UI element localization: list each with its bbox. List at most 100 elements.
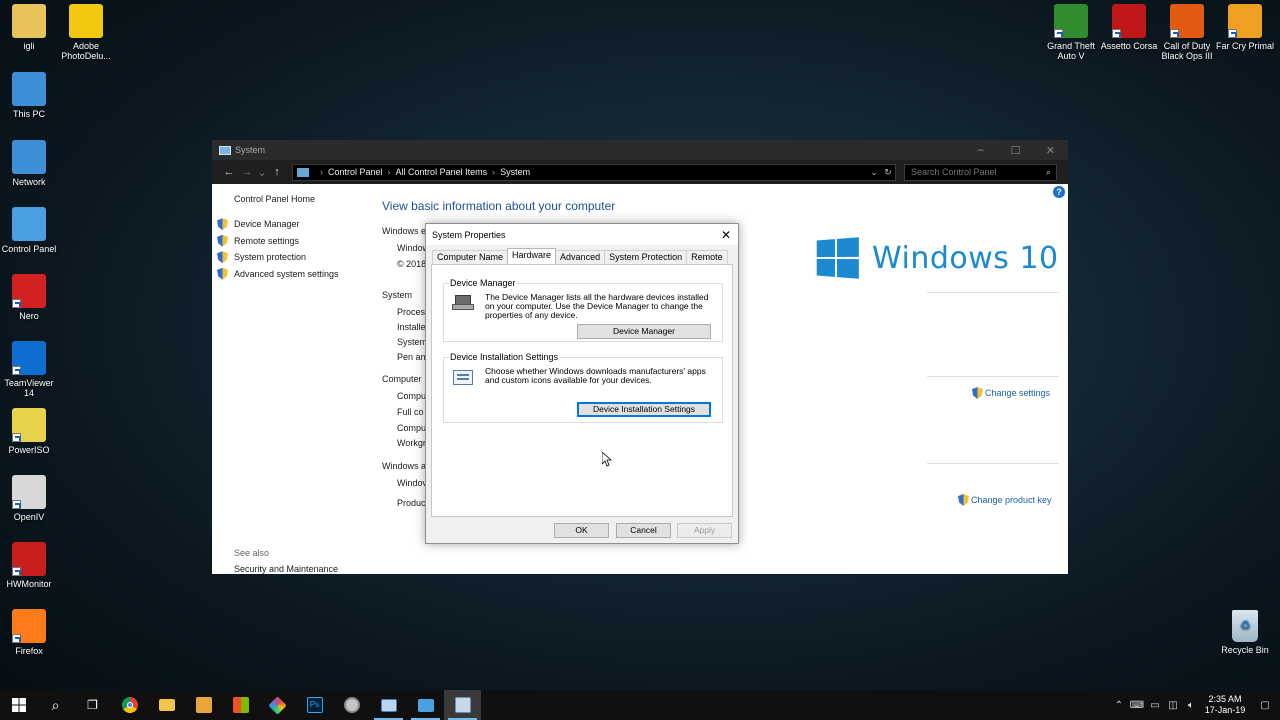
task-view-icon: ❐ xyxy=(87,698,98,712)
search-icon: ⌕ xyxy=(51,696,60,713)
taskbar-globe[interactable] xyxy=(333,690,370,720)
far-cry-primal-icon xyxy=(1228,4,1262,38)
desktop-icon-network[interactable]: Network xyxy=(0,140,58,187)
start-button[interactable] xyxy=(0,690,37,720)
sidebar-link-device-manager[interactable]: Device Manager xyxy=(217,216,374,233)
desktop-icon-gta-v[interactable]: Grand Theft Auto V xyxy=(1042,4,1100,61)
forward-arrow-icon[interactable]: → xyxy=(238,166,256,178)
desktop-icon-label: Control Panel xyxy=(1,244,57,254)
tab-hardware[interactable]: Hardware xyxy=(507,248,557,264)
section-divider xyxy=(927,292,1059,293)
desktop-icon-poweriso[interactable]: PowerISO xyxy=(0,408,58,455)
taskbar-remote-desktop[interactable] xyxy=(370,690,407,720)
network-icon[interactable]: ◫ xyxy=(1164,700,1182,711)
cancel-button[interactable]: Cancel xyxy=(616,523,671,538)
breadcrumb-all-items[interactable]: All Control Panel Items xyxy=(396,167,488,177)
taskbar-control-panel[interactable] xyxy=(407,690,444,720)
desktop-icon-control-panel[interactable]: Control Panel xyxy=(0,207,58,254)
close-icon[interactable]: ✕ xyxy=(714,228,738,242)
dialog-titlebar[interactable]: System Properties ✕ xyxy=(426,224,738,245)
clock-date: 17-Jan-19 xyxy=(1204,705,1246,715)
close-window-button[interactable]: ✕ xyxy=(1033,144,1068,157)
search-input[interactable]: Search Control Panel ⌕ xyxy=(904,163,1057,181)
computer-icon xyxy=(297,167,309,177)
desktop-icon-recycle-bin[interactable]: ♻ Recycle Bin xyxy=(1216,610,1274,655)
system-window-icon xyxy=(219,145,231,155)
up-arrow-icon[interactable]: ↑ xyxy=(268,166,286,178)
show-hidden-icons-chevron-icon[interactable]: ⌃ xyxy=(1110,700,1128,711)
help-icon[interactable]: ? xyxy=(1053,186,1065,198)
main-text-line: Windov xyxy=(397,478,428,488)
left-pane: Control Panel Home Device Manager Remote… xyxy=(217,194,374,282)
taskbar-store[interactable] xyxy=(222,690,259,720)
desktop-icon-nero[interactable]: Nero xyxy=(0,274,58,321)
desktop-icon-user-folder[interactable]: igli xyxy=(0,4,58,51)
taskbar-chrome[interactable] xyxy=(111,690,148,720)
device-manager-button[interactable]: Device Manager xyxy=(577,324,711,339)
device-installation-group: Device Installation Settings Choose whet… xyxy=(443,352,723,423)
breadcrumb-control-panel[interactable]: Control Panel xyxy=(328,167,383,177)
recent-chevron-icon[interactable]: ⌄ xyxy=(256,166,268,179)
taskbar-system-properties[interactable] xyxy=(444,690,481,720)
desktop-icon-far-cry-primal[interactable]: Far Cry Primal xyxy=(1216,4,1274,51)
maximize-button[interactable]: ☐ xyxy=(998,144,1033,157)
desktop-icon-photodeluxe[interactable]: Adobe PhotoDelu... xyxy=(57,4,115,61)
breadcrumb-system[interactable]: System xyxy=(500,167,530,177)
desktop-icon-openiv[interactable]: OpenIV xyxy=(0,475,58,522)
taskbar-photoshop[interactable]: Ps xyxy=(296,690,333,720)
tab-advanced[interactable]: Advanced xyxy=(555,250,606,264)
change-settings-link[interactable]: Change settings xyxy=(972,387,1050,399)
desktop-icon-label: This PC xyxy=(12,109,45,119)
desktop-icon-teamviewer[interactable]: TeamViewer 14 xyxy=(0,341,58,398)
ok-button[interactable]: OK xyxy=(554,523,609,538)
assetto-corsa-icon xyxy=(1112,4,1146,38)
volume-icon[interactable]: 🔈︎ xyxy=(1182,700,1200,711)
main-text-line: Installe xyxy=(397,322,426,332)
tab-remote[interactable]: Remote xyxy=(686,250,728,264)
globe-icon xyxy=(343,697,360,713)
tab-system-protection[interactable]: System Protection xyxy=(604,250,688,264)
task-view-button[interactable]: ❐ xyxy=(74,690,111,720)
action-center-icon[interactable]: ▢ xyxy=(1250,700,1280,711)
black-ops-icon xyxy=(1170,4,1204,38)
desktop-icon-firefox[interactable]: Firefox xyxy=(0,609,58,656)
window-titlebar[interactable]: System – ☐ ✕ xyxy=(212,140,1068,160)
sidebar-link-advanced-settings[interactable]: Advanced system settings xyxy=(217,266,374,283)
taskbar-paint[interactable] xyxy=(259,690,296,720)
group-label: Device Installation Settings xyxy=(449,352,560,362)
desktop-icon-this-pc[interactable]: This PC xyxy=(0,72,58,119)
desktop-icon-label: Firefox xyxy=(15,646,43,656)
taskbar-file-explorer[interactable] xyxy=(148,690,185,720)
back-arrow-icon[interactable]: ← xyxy=(220,166,238,178)
desktop-icon-hwmonitor[interactable]: HWMonitor xyxy=(0,542,58,589)
taskbar-clock[interactable]: 2:35 AM 17-Jan-19 xyxy=(1200,694,1250,716)
security-maintenance-link[interactable]: Security and Maintenance xyxy=(234,564,338,574)
shield-icon xyxy=(217,218,228,231)
sidebar-link-remote-settings[interactable]: Remote settings xyxy=(217,233,374,250)
chrome-icon xyxy=(121,697,138,713)
keyboard-icon[interactable]: ⌨ xyxy=(1128,700,1146,711)
search-placeholder: Search Control Panel xyxy=(911,167,997,177)
battery-icon[interactable]: ▭ xyxy=(1146,700,1164,711)
desktop-icon-label: OpenIV xyxy=(13,512,45,522)
apply-button[interactable]: Apply xyxy=(677,523,732,538)
desktop-icon-assetto-corsa[interactable]: Assetto Corsa xyxy=(1100,4,1158,51)
control-panel-home-link[interactable]: Control Panel Home xyxy=(234,194,374,204)
address-field[interactable]: › Control Panel › All Control Panel Item… xyxy=(292,163,896,181)
address-dropdown-icon[interactable]: ⌄ xyxy=(867,167,881,178)
taskbar-media-player[interactable] xyxy=(185,690,222,720)
refresh-icon[interactable]: ↻ xyxy=(881,167,895,178)
windows-logo-icon xyxy=(816,237,859,279)
desktop-icon-black-ops[interactable]: Call of Duty Black Ops III xyxy=(1158,4,1216,61)
tab-computer-name[interactable]: Computer Name xyxy=(432,250,509,264)
gta-v-icon xyxy=(1054,4,1088,38)
taskbar-search-button[interactable]: ⌕ xyxy=(37,690,74,720)
change-product-key-link[interactable]: Change product key xyxy=(958,494,1052,506)
system-properties-icon xyxy=(454,697,471,713)
user-folder-icon xyxy=(12,4,46,38)
minimize-button[interactable]: – xyxy=(963,144,998,157)
device-installation-settings-button[interactable]: Device Installation Settings xyxy=(577,402,711,417)
main-text-line: System xyxy=(382,290,413,300)
monitor-icon xyxy=(380,698,397,712)
sidebar-link-system-protection[interactable]: System protection xyxy=(217,249,374,266)
